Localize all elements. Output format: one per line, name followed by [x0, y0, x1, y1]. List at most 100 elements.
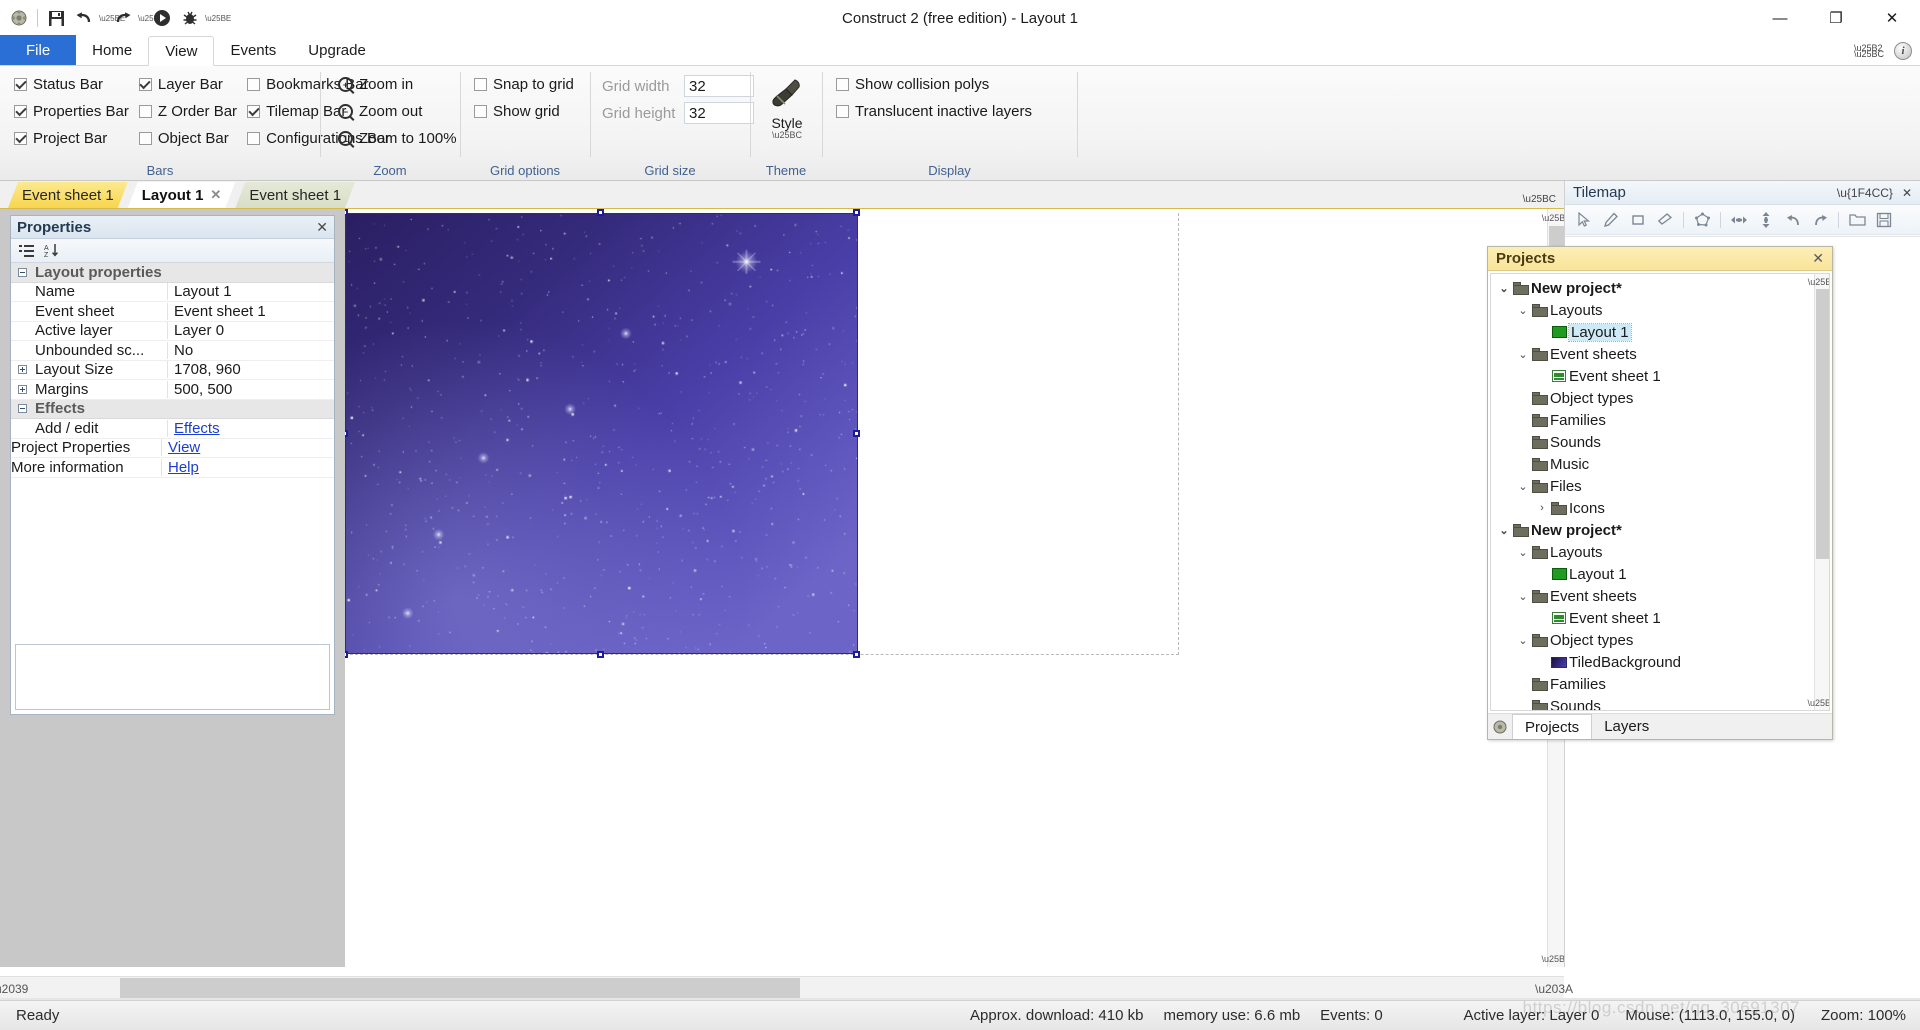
tree-node[interactable]: Families — [1491, 673, 1813, 695]
flip-horizontal-icon[interactable] — [1728, 209, 1750, 231]
tree-node[interactable]: TiledBackground — [1491, 651, 1813, 673]
checkbox-icon[interactable] — [247, 105, 261, 118]
checkbox-icon[interactable] — [138, 132, 152, 145]
projects-scroll-up-icon[interactable]: \u25B2 — [1808, 274, 1829, 289]
document-tab-2[interactable]: Event sheet 1 — [235, 182, 355, 208]
zoom-command-zoom-to-100[interactable]: 1 Zoom to 100% — [332, 126, 463, 151]
tree-node[interactable]: ⌄ Layouts — [1491, 541, 1813, 563]
property-expander[interactable] — [11, 404, 33, 414]
grid-width-input[interactable]: 32 — [684, 75, 754, 97]
display-option-translucent-inactive-layers[interactable]: Translucent inactive layers — [834, 99, 1040, 124]
property-expander[interactable] — [11, 267, 33, 277]
help-info-icon[interactable]: i — [1894, 42, 1912, 60]
bars-check-layer-bar[interactable]: Layer Bar — [137, 72, 245, 97]
tree-node[interactable]: › Icons — [1491, 497, 1813, 519]
bars-check-object-bar[interactable]: Object Bar — [137, 126, 245, 151]
property-row[interactable]: Active layer Layer 0 — [11, 322, 334, 341]
horizontal-scroll-thumb[interactable] — [120, 977, 800, 1000]
canvas-horizontal-scrollbar[interactable]: \u2039 \u203A — [0, 976, 1573, 1001]
grid-option-snap-to-grid[interactable]: Snap to grid — [472, 72, 582, 97]
property-value[interactable]: No — [167, 341, 334, 359]
minimize-button[interactable]: — — [1752, 0, 1808, 36]
property-row[interactable]: More information Help — [11, 458, 334, 478]
alphabetical-sort-icon[interactable]: AZ — [44, 243, 60, 258]
projects-vertical-scrollbar[interactable]: \u25B2 \u25BC — [1807, 274, 1829, 710]
tree-expander-icon[interactable]: ⌄ — [1516, 546, 1530, 559]
open-folder-icon[interactable] — [1846, 209, 1868, 231]
display-option-show-collision-polys[interactable]: Show collision polys — [834, 72, 1040, 97]
property-row[interactable]: Add / edit Effects — [11, 419, 334, 439]
document-tab-0[interactable]: Event sheet 1 — [8, 182, 128, 208]
property-category-row[interactable]: Layout properties — [11, 263, 334, 283]
checkbox-icon[interactable] — [247, 132, 261, 145]
scroll-up-icon[interactable]: \u25B2 — [1542, 209, 1571, 226]
tree-node[interactable]: Music — [1491, 453, 1813, 475]
undo-icon[interactable] — [1782, 209, 1804, 231]
tiledbackground-object[interactable] — [345, 213, 858, 654]
collapse-minus-icon[interactable] — [17, 404, 27, 414]
scroll-left-icon[interactable]: \u2039 — [0, 982, 28, 996]
checkbox-icon[interactable] — [138, 105, 152, 118]
tree-node[interactable]: Object types — [1491, 387, 1813, 409]
polygon-icon[interactable] — [1691, 209, 1713, 231]
tree-expander-icon[interactable]: ⌄ — [1516, 634, 1530, 647]
properties-close-icon[interactable]: ✕ — [316, 219, 328, 236]
tree-node[interactable]: ⌄ New project* — [1491, 277, 1813, 299]
property-row[interactable]: Unbounded sc... No — [11, 341, 334, 361]
app-logo-icon[interactable] — [6, 5, 32, 31]
tree-node[interactable]: Event sheet 1 — [1491, 607, 1813, 629]
ribbon-tab-upgrade[interactable]: Upgrade — [292, 35, 382, 65]
redo-icon[interactable] — [110, 5, 136, 31]
property-expander[interactable] — [11, 365, 33, 375]
bars-check-status-bar[interactable]: Status Bar — [12, 72, 137, 97]
ribbon-tab-home[interactable]: Home — [76, 35, 148, 65]
zoom-command-zoom-out[interactable]: − Zoom out — [332, 99, 463, 124]
close-button[interactable]: ✕ — [1864, 0, 1920, 36]
undo-dropdown-icon[interactable]: \u25BE — [99, 14, 125, 23]
tilemap-close-icon[interactable]: ✕ — [1902, 186, 1912, 200]
property-value[interactable]: Layout 1 — [167, 283, 334, 301]
property-link[interactable]: Effects — [174, 420, 220, 437]
ribbon-tab-events[interactable]: Events — [214, 35, 292, 65]
undo-icon[interactable] — [71, 5, 97, 31]
ribbon-collapse-icon[interactable]: \u25B2 \u25BC — [1854, 44, 1884, 59]
grid-option-show-grid[interactable]: Show grid — [472, 99, 582, 124]
select-arrow-icon[interactable] — [1573, 209, 1595, 231]
tree-node[interactable]: Layout 1 — [1491, 321, 1813, 343]
property-row[interactable]: Name Layout 1 — [11, 283, 334, 302]
checkbox-icon[interactable] — [836, 78, 849, 91]
property-row[interactable]: Margins 500, 500 — [11, 380, 334, 400]
property-category-row[interactable]: Effects — [11, 399, 334, 419]
property-value[interactable]: 500, 500 — [167, 380, 334, 398]
tree-expander-icon[interactable]: ⌄ — [1516, 590, 1530, 603]
tree-node[interactable]: Event sheet 1 — [1491, 365, 1813, 387]
horizontal-scroll-track[interactable] — [20, 977, 1544, 1001]
tab-overflow-icon[interactable]: \u25BC — [1523, 194, 1556, 205]
checkbox-icon[interactable] — [474, 78, 487, 91]
tree-expander-icon[interactable]: ⌄ — [1497, 524, 1511, 537]
ribbon-tab-view[interactable]: View — [148, 36, 215, 66]
property-value[interactable]: 1708, 960 — [167, 361, 334, 379]
projects-panel-tab-layers[interactable]: Layers — [1592, 714, 1661, 739]
checkbox-icon[interactable] — [138, 78, 152, 91]
tree-expander-icon[interactable]: ⌄ — [1516, 348, 1530, 361]
selection-handle-top-left[interactable] — [345, 209, 348, 216]
style-button[interactable]: Style \u25BC — [762, 70, 812, 140]
projects-tree[interactable]: ⌄ New project* ⌄ Layouts Layout 1 ⌄ Event shee… — [1490, 273, 1830, 711]
rectangle-icon[interactable] — [1627, 209, 1649, 231]
tree-node[interactable]: ⌄ Event sheets — [1491, 343, 1813, 365]
selection-handle-top-center[interactable] — [597, 209, 604, 216]
maximize-button[interactable]: ❐ — [1808, 0, 1864, 36]
checkbox-icon[interactable] — [247, 78, 261, 91]
toolbar-more-icon[interactable]: \u25BE — [205, 14, 231, 23]
property-expander[interactable] — [11, 384, 33, 394]
selection-handle-mid-left[interactable] — [345, 430, 348, 437]
tree-node[interactable]: Families — [1491, 409, 1813, 431]
checkbox-icon[interactable] — [14, 132, 27, 145]
zoom-command-zoom-in[interactable]: + Zoom in — [332, 72, 463, 97]
projects-scroll-thumb[interactable] — [1816, 289, 1829, 559]
redo-dropdown-icon[interactable]: \u25BE — [138, 14, 164, 23]
property-value[interactable]: Help — [161, 458, 334, 476]
scroll-down-icon[interactable]: \u25BC — [1541, 950, 1571, 967]
grid-height-input[interactable]: 32 — [684, 102, 754, 124]
